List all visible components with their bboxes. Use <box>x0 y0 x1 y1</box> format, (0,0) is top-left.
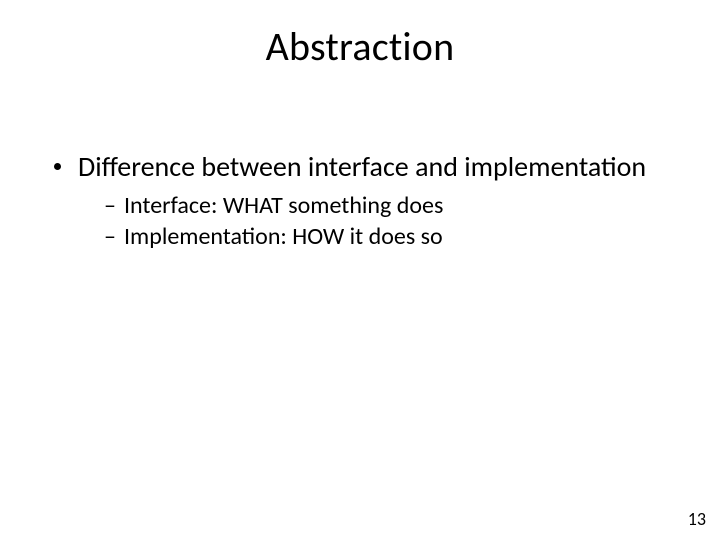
bullet-level-2: – Interface: WHAT something does <box>104 191 660 222</box>
bullet-level-2-text: Interface: WHAT something does <box>124 191 443 220</box>
dash-icon: – <box>104 191 116 222</box>
bullet-level-2-group: – Interface: WHAT something does – Imple… <box>50 191 660 252</box>
bullet-level-2: – Implementation: HOW it does so <box>104 222 660 253</box>
bullet-level-2-text: Implementation: HOW it does so <box>124 222 443 251</box>
page-number: 13 <box>688 508 706 530</box>
bullet-level-1-text: Difference between interface and impleme… <box>78 149 646 184</box>
dash-icon: – <box>104 222 116 253</box>
bullet-dot-icon <box>54 163 61 170</box>
slide-title: Abstraction <box>0 22 720 71</box>
bullet-level-1: Difference between interface and impleme… <box>50 150 660 183</box>
slide: Abstraction Difference between interface… <box>0 0 720 540</box>
slide-body: Difference between interface and impleme… <box>50 150 660 252</box>
